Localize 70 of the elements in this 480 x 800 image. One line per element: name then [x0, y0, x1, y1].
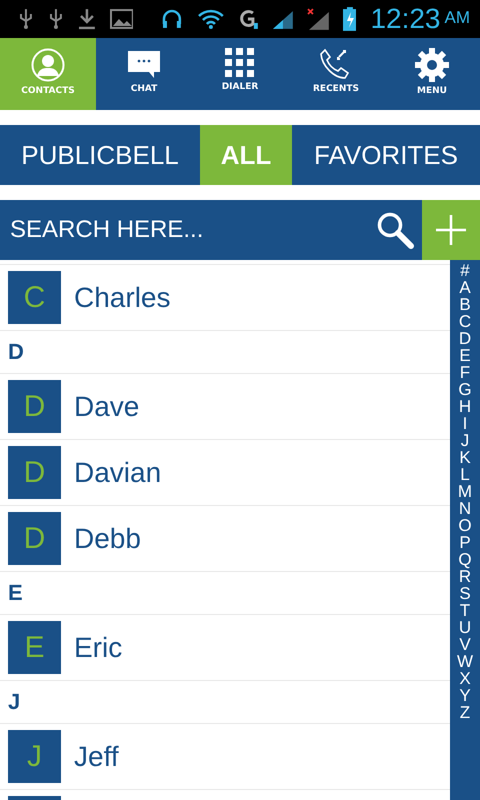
- image-icon: [110, 9, 134, 29]
- plus-icon: [435, 214, 467, 246]
- initial-tile: D: [8, 380, 61, 433]
- usb-icon: [18, 8, 34, 30]
- index-letter[interactable]: T: [460, 602, 470, 619]
- index-letter[interactable]: L: [460, 466, 470, 483]
- index-letter[interactable]: A: [459, 279, 471, 296]
- index-letter[interactable]: #: [460, 262, 470, 279]
- index-letter[interactable]: Q: [458, 551, 472, 568]
- signal-icon: [272, 9, 293, 29]
- index-letter[interactable]: M: [458, 483, 472, 500]
- index-letter[interactable]: U: [458, 619, 472, 636]
- index-letter[interactable]: Y: [459, 687, 471, 704]
- initial-tile: E: [8, 621, 61, 674]
- contact-name: Debb: [74, 522, 141, 554]
- search-input[interactable]: SEARCH HERE...: [8, 215, 376, 245]
- person-icon: [31, 48, 65, 82]
- index-letter[interactable]: I: [462, 415, 468, 432]
- contact-name: Dave: [74, 390, 140, 422]
- usb-icon: [48, 8, 64, 30]
- battery-icon: [342, 7, 356, 31]
- section-letter: E: [8, 580, 23, 606]
- clock-meridiem: AM: [444, 8, 470, 28]
- initial-tile: J: [8, 730, 61, 783]
- section-letter: J: [8, 689, 20, 715]
- download-icon: [78, 8, 96, 30]
- index-letter[interactable]: Z: [460, 704, 470, 721]
- contact-name: Eric: [74, 632, 122, 664]
- contact-name: Charles: [74, 282, 170, 314]
- index-letter[interactable]: H: [458, 398, 472, 415]
- index-letter[interactable]: P: [459, 534, 471, 551]
- search-icon: [376, 211, 414, 249]
- wifi-icon: [197, 9, 226, 29]
- index-letter[interactable]: K: [459, 449, 471, 466]
- index-letter[interactable]: G: [458, 381, 472, 398]
- index-letter[interactable]: S: [459, 585, 471, 602]
- index-letter[interactable]: V: [459, 636, 471, 653]
- index-letter[interactable]: W: [456, 653, 474, 670]
- initial-tile: D: [8, 512, 61, 565]
- contact-row[interactable]: J Jeff: [0, 723, 450, 789]
- section-letter: D: [8, 339, 24, 365]
- contact-row[interactable]: D Dave: [0, 373, 450, 439]
- contact-row[interactable]: D Davian: [0, 439, 450, 505]
- search-field[interactable]: SEARCH HERE...: [0, 200, 422, 260]
- contact-name: Davian: [74, 456, 162, 488]
- initial-tile: C: [8, 271, 61, 324]
- index-letter[interactable]: X: [459, 670, 471, 687]
- chat-icon: [127, 48, 161, 80]
- index-letter[interactable]: O: [458, 517, 472, 534]
- add-button[interactable]: [422, 200, 480, 260]
- contact-name: Jeff: [74, 740, 119, 772]
- contact-row[interactable]: D Debb: [0, 505, 450, 571]
- network-type-icon: [239, 8, 259, 30]
- index-letter[interactable]: J: [460, 432, 470, 449]
- index-letter[interactable]: C: [458, 313, 472, 330]
- index-letter[interactable]: R: [458, 568, 472, 585]
- clock-time: 12:23: [370, 3, 441, 35]
- index-letter[interactable]: N: [458, 500, 472, 517]
- index-letter[interactable]: B: [459, 296, 471, 313]
- initial-tile: D: [8, 446, 61, 499]
- gear-icon: [415, 48, 449, 82]
- index-letter[interactable]: F: [460, 364, 470, 381]
- signal-icon: [306, 8, 329, 30]
- alphabet-index[interactable]: # A B C D E F G H I J K L M N O P Q R S T U V W X Y Z: [450, 260, 480, 800]
- index-letter[interactable]: E: [459, 347, 471, 364]
- dialpad-icon: [225, 48, 255, 78]
- headphones-icon: [161, 8, 184, 30]
- contact-row[interactable]: E Eric: [0, 614, 450, 680]
- index-letter[interactable]: D: [458, 330, 472, 347]
- contact-row[interactable]: C Charles: [0, 264, 450, 330]
